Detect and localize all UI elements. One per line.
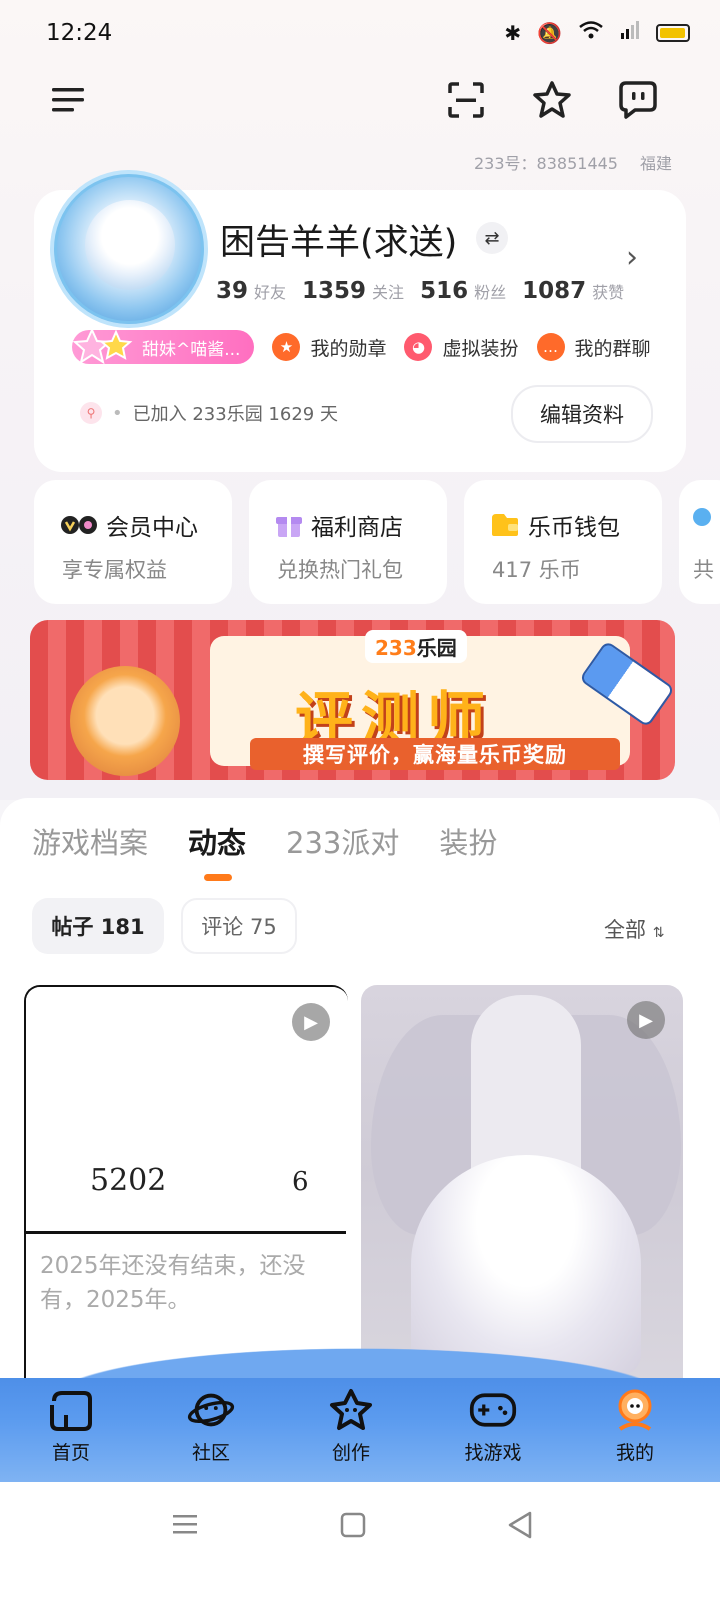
quick-card-wallet[interactable]: 乐币钱包 417 乐币 xyxy=(464,480,662,604)
battery-icon xyxy=(656,23,690,42)
bottom-navigation: 首页 社区 创作 找游戏 我的 xyxy=(0,1378,720,1482)
system-icons: ✱ 🔕 xyxy=(504,20,690,45)
post-number-left: 5202 xyxy=(90,1163,167,1198)
quick-card-more[interactable]: 共 xyxy=(679,480,720,604)
status-bar: 12:24 ✱ 🔕 xyxy=(0,0,720,70)
status-time: 12:24 xyxy=(46,20,113,46)
system-navigation-bar xyxy=(0,1482,720,1600)
cat-face-icon: ◕ xyxy=(404,333,433,361)
profile-icon xyxy=(618,1389,652,1431)
profile-detail-chevron[interactable]: › xyxy=(626,240,638,275)
filter-comments[interactable]: 评论 75 xyxy=(181,898,297,954)
star-outline-icon xyxy=(533,81,571,118)
profile-links: 甜妹^喵酱... ★ 我的勋章 ◕ 虚拟装扮 … 我的群聊 xyxy=(72,327,651,365)
vip-title-chip[interactable]: 甜妹^喵酱... xyxy=(72,327,255,365)
sort-icon: ⇅ xyxy=(652,925,665,941)
medal-icon: ★ xyxy=(272,333,301,361)
account-info: 233号：83851445 福建 xyxy=(474,150,672,174)
more-icon xyxy=(693,508,711,526)
swap-icon: ⇄ xyxy=(484,227,500,249)
stat-friends[interactable]: 39 好友 xyxy=(216,278,286,304)
tab-game-records[interactable]: 游戏档案 xyxy=(32,820,148,862)
back-triangle-icon xyxy=(508,1511,532,1539)
recent-apps-button[interactable] xyxy=(172,1512,198,1540)
nav-find-games[interactable]: 找游戏 xyxy=(438,1388,548,1465)
filter-posts[interactable]: 帖子 181 xyxy=(32,898,164,954)
vip-badge-icon xyxy=(72,327,133,365)
quick-card-vip[interactable]: 会员中心 享专属权益 xyxy=(34,480,232,604)
dot-separator: • xyxy=(112,402,123,424)
avatar-image xyxy=(85,200,175,290)
home-icon xyxy=(50,1391,92,1431)
star-icon xyxy=(330,1389,372,1430)
group-chat-link[interactable]: … 我的群聊 xyxy=(536,333,651,361)
vip-icon xyxy=(61,516,97,534)
menu-lines-icon xyxy=(173,1515,197,1534)
mute-icon: 🔕 xyxy=(537,20,562,45)
planet-icon xyxy=(187,1393,235,1427)
scan-button[interactable] xyxy=(436,70,496,130)
joined-info: ⚲ • 已加入 233乐园 1629 天 xyxy=(80,400,338,426)
profile-tabs: 游戏档案 动态 233派对 装扮 xyxy=(32,820,497,862)
tab-activity[interactable]: 动态 xyxy=(188,820,246,862)
wifi-icon xyxy=(578,20,604,45)
bluetooth-icon: ✱ xyxy=(504,20,522,45)
square-icon xyxy=(340,1512,366,1538)
sort-selector[interactable]: 全部 ⇅ xyxy=(604,914,664,944)
messages-button[interactable] xyxy=(608,70,668,130)
menu-button[interactable] xyxy=(38,70,98,130)
quick-card-shop[interactable]: 福利商店 兑换热门礼包 xyxy=(249,480,447,604)
stat-fans[interactable]: 516 粉丝 xyxy=(420,278,506,304)
banner-subtitle: 撰写评价，赢海量乐币奖励 xyxy=(250,738,620,770)
back-button[interactable] xyxy=(506,1510,534,1544)
profile-stats: 39 好友 1359 关注 516 粉丝 1087 获赞 xyxy=(216,278,624,304)
avatar-dressup-link[interactable]: ◕ 虚拟装扮 xyxy=(404,333,519,361)
post-text: 2025年还没有结束，还没有，2025年。 xyxy=(40,1253,306,1313)
switch-account-button[interactable]: ⇄ xyxy=(476,222,508,254)
account-id: 233号：83851445 xyxy=(474,154,618,173)
scan-icon xyxy=(448,82,484,118)
post-number-right: 6 xyxy=(292,1167,309,1197)
play-icon: ▶ xyxy=(292,1003,330,1041)
tab-party[interactable]: 233派对 xyxy=(286,820,399,862)
tab-dressup[interactable]: 装扮 xyxy=(439,820,497,862)
nav-me[interactable]: 我的 xyxy=(580,1388,690,1465)
wallet-icon xyxy=(492,514,518,536)
key-icon: ⚲ xyxy=(80,402,102,424)
nav-community[interactable]: 社区 xyxy=(156,1388,266,1465)
favorites-button[interactable] xyxy=(522,70,582,130)
signal-icon xyxy=(620,20,640,45)
chevron-right-icon: › xyxy=(626,240,638,275)
nav-home[interactable]: 首页 xyxy=(16,1388,126,1465)
account-region: 福建 xyxy=(639,154,672,173)
gamepad-icon xyxy=(469,1393,517,1427)
chat-icon xyxy=(619,81,657,119)
profile-name: 困告羊羊(求送) xyxy=(220,223,458,263)
home-system-button[interactable] xyxy=(340,1512,366,1542)
medals-link[interactable]: ★ 我的勋章 xyxy=(272,333,386,361)
stat-likes[interactable]: 1087 获赞 xyxy=(522,278,624,304)
group-chat-icon: … xyxy=(536,333,565,361)
banner-logo: 233乐园 xyxy=(365,630,467,663)
stat-following[interactable]: 1359 关注 xyxy=(302,278,404,304)
active-tab-indicator xyxy=(204,874,232,881)
gift-icon xyxy=(276,517,302,537)
menu-icon xyxy=(52,88,84,112)
edit-profile-button[interactable]: 编辑资料 xyxy=(511,385,653,443)
play-icon: ▶ xyxy=(627,1001,665,1039)
banner-character xyxy=(70,666,180,776)
nav-create[interactable]: 创作 xyxy=(296,1388,406,1465)
reviewer-banner[interactable]: 233乐园 评测师 撰写评价，赢海量乐币奖励 xyxy=(30,620,675,780)
